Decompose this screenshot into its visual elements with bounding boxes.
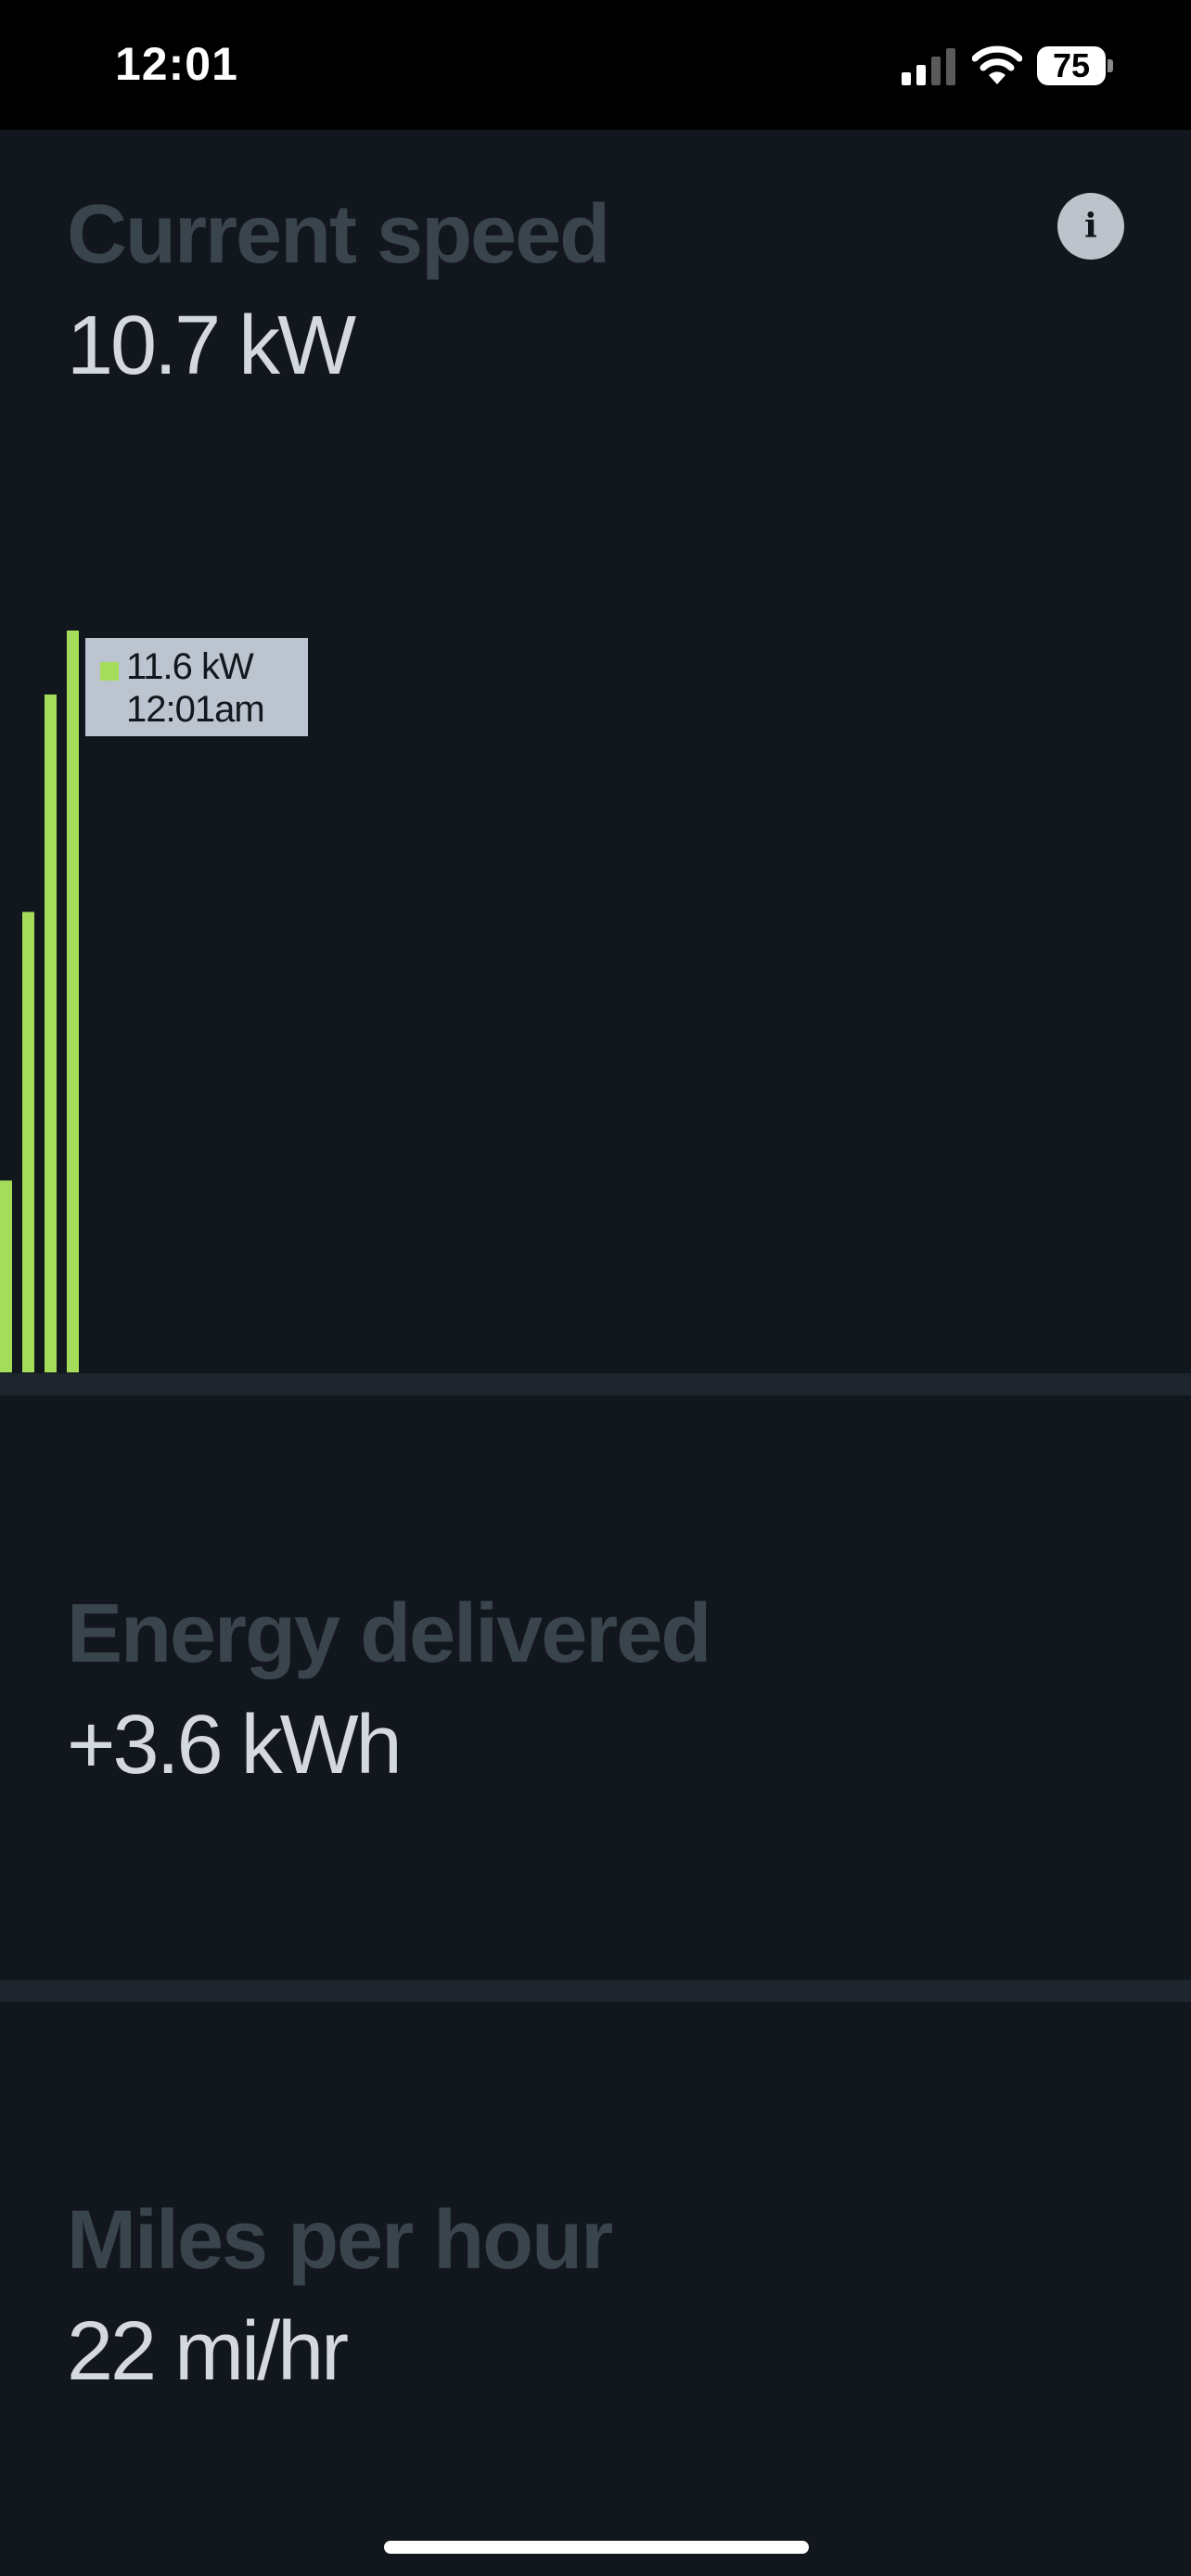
chart-bar[interactable] (45, 694, 57, 1372)
energy-delivered-label: Energy delivered (67, 1588, 711, 1680)
chart-tooltip: 11.6 kW 12:01am (85, 638, 308, 736)
signal-icon (902, 48, 955, 85)
section-divider (0, 1373, 1191, 1396)
battery-tip (1108, 59, 1113, 72)
battery-level: 75 (1052, 46, 1091, 84)
wifi-icon (972, 45, 1022, 84)
section-divider (0, 1980, 1191, 2002)
chart-bar[interactable] (22, 912, 34, 1372)
tooltip-legend-dot (100, 662, 119, 681)
charging-speed-chart[interactable] (0, 631, 1191, 1372)
home-indicator (384, 2541, 809, 2554)
miles-per-hour-label: Miles per hour (67, 2194, 613, 2287)
energy-delivered-panel: Energy delivered +3.6 kWh (0, 1396, 1191, 1980)
miles-per-hour-panel: Miles per hour 22 mi/hr (0, 2002, 1191, 2576)
current-speed-label: Current speed (67, 188, 610, 281)
battery-icon: 75 (1037, 46, 1113, 85)
miles-per-hour-value: 22 mi/hr (67, 2305, 349, 2398)
chart-bar[interactable] (67, 631, 79, 1372)
tooltip-value: 11.6 kW (126, 646, 254, 687)
info-icon: i (1084, 207, 1097, 246)
status-bar: 12:01 75 (0, 0, 1191, 130)
info-button[interactable]: i (1057, 193, 1124, 260)
chart-bar[interactable] (0, 1180, 12, 1372)
tooltip-time: 12:01am (126, 689, 265, 730)
current-speed-value: 10.7 kW (67, 300, 356, 392)
energy-delivered-value: +3.6 kWh (67, 1699, 403, 1792)
status-time: 12:01 (115, 38, 238, 90)
